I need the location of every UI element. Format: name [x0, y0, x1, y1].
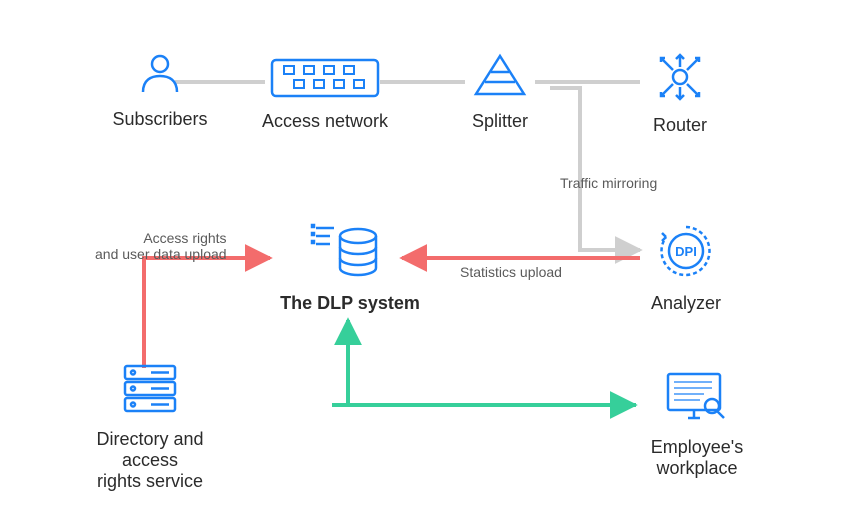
- triangle-icon: [472, 52, 528, 103]
- router-label: Router: [640, 115, 720, 136]
- node-analyzer: DPI Analyzer: [636, 222, 736, 314]
- dpi-icon: DPI: [657, 222, 715, 285]
- node-router: Router: [640, 52, 720, 136]
- subscribers-label: Subscribers: [100, 109, 220, 130]
- dlp-system-label: The DLP system: [270, 293, 430, 314]
- node-access-network: Access network: [255, 58, 395, 132]
- node-directory: Directory and access rights service: [70, 362, 230, 492]
- database-icon: [310, 222, 390, 285]
- edge-traffic-mirroring: Traffic mirroring: [560, 175, 657, 191]
- splitter-label: Splitter: [460, 111, 540, 132]
- node-splitter: Splitter: [460, 52, 540, 132]
- analyzer-label: Analyzer: [636, 293, 736, 314]
- server-icon: [121, 362, 179, 421]
- node-subscribers: Subscribers: [100, 50, 220, 130]
- dpi-badge-text: DPI: [675, 244, 697, 259]
- monitor-icon: [664, 370, 730, 429]
- node-dlp-system: The DLP system: [270, 222, 430, 314]
- workplace-label: Employee's workplace: [612, 437, 782, 479]
- router-icon: [655, 52, 705, 107]
- access-network-label: Access network: [255, 111, 395, 132]
- person-icon: [137, 50, 183, 101]
- directory-label: Directory and access rights service: [70, 429, 230, 492]
- node-workplace: Employee's workplace: [612, 370, 782, 479]
- edge-statistics: Statistics upload: [460, 264, 562, 280]
- edge-access-rights: Access rights and user data upload: [95, 230, 227, 262]
- switch-icon: [270, 58, 380, 103]
